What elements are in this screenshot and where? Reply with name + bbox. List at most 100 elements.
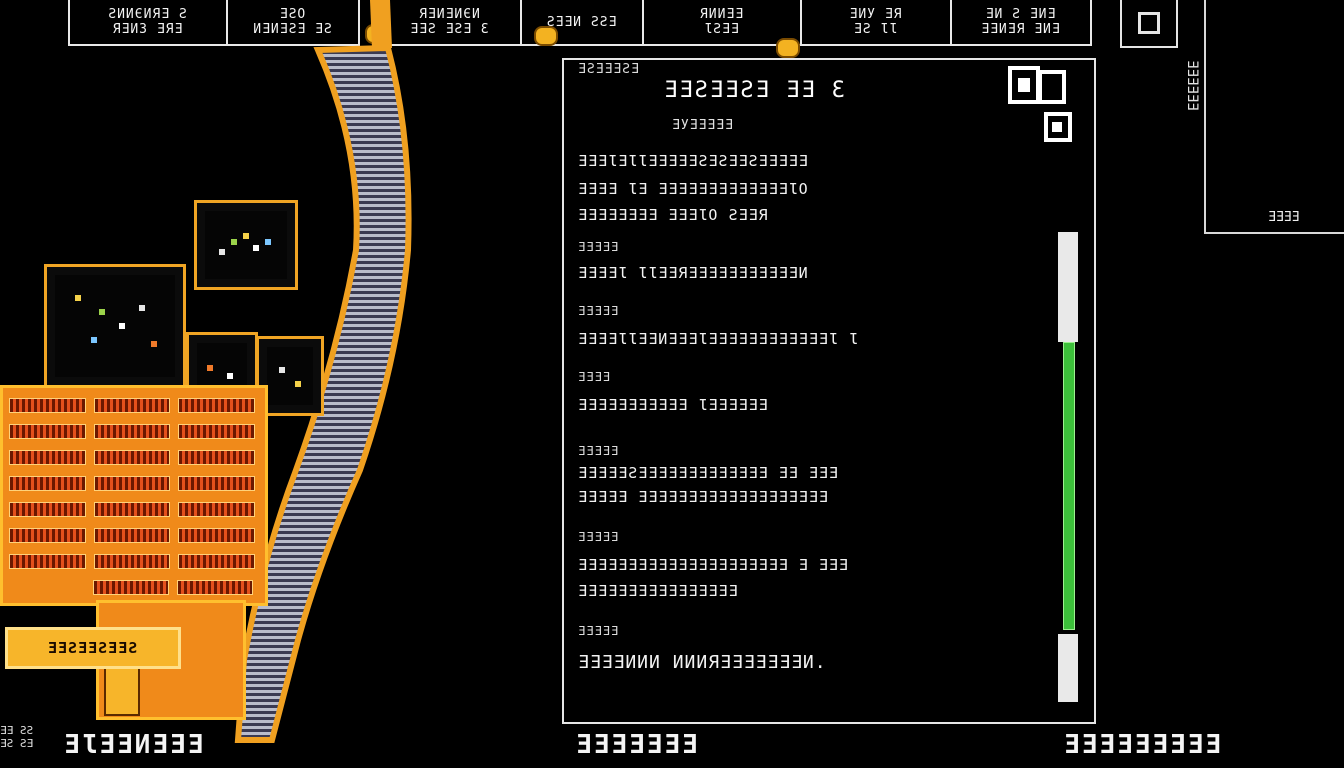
corner-frame [1204,0,1344,234]
bottom-center-label: ƎƎƎƎƎƎƎ [576,730,700,760]
top-tab-2[interactable]: ƎƧO ИƎИƎƧƎ ƎƧ [226,0,360,46]
panel-title: ƎƎƧƎƎƧƎ ƎƎ Ɛ [664,78,847,103]
gold-coin-icon[interactable] [365,24,389,44]
window [93,528,171,543]
top-tab-3-line2: ƎƎƧ ƎƧƎ Ɛ [410,22,490,37]
building-name-text: ƎƎƧƎƎƧƎƎƧ [47,639,139,657]
pixel-mark [227,373,233,379]
section-label-5: ƎƎƎƎƎ [578,530,620,544]
panel-subtitle: ƎУƎƎƎƎƎ [672,118,734,133]
window [178,476,256,491]
scrollbar-thumb[interactable] [1063,342,1075,631]
gold-coin-icon[interactable] [534,26,558,46]
top-tab-2-line2: ИƎИƎƧƎ ƎƧ [253,22,333,37]
window [9,528,86,543]
bottom-right-label: ƎƎƎƎƎƎƎƎƎ [1064,730,1223,760]
window [177,580,253,595]
top-tab-7[interactable]: ƎИ Ƨ ƎИƎ ƎƎИƎЯ ƎИƎ [950,0,1092,46]
top-tab-2-line1: ƎƧO [279,7,307,22]
pixel-mark [253,245,259,251]
section-label-4: ƎƎƎƎƎ [578,444,620,458]
minimap-panel-2[interactable] [44,264,186,388]
section-line-5a: ƎƎƎƎƎƎƎƎƎƎƎƎƎƎƎƎƎƎƎƎƎ Ǝ ƎƎƎ [578,556,849,574]
qr-code-icon[interactable] [1008,66,1072,142]
window [93,424,171,439]
top-tab-3-line1: ЯƎИƎИЄИ [419,7,481,22]
pixel-mark [119,323,125,329]
top-tab-1-line1: ƧИИЄИЯƎ Ƨ [108,7,188,22]
window [178,528,256,543]
top-tab-1-line2: ЯƎИЗ ƎЯƎ [112,22,184,37]
bottom-left-small-label: ƎƎ ƧƧ ƎƧ ƧƎ [0,724,34,750]
minimap-screen [267,347,313,405]
window [93,450,171,465]
window [93,580,169,595]
window [9,398,86,413]
section-line-1: ƎƎƎƎƖ ƖƖƎƎЯƎƎƎƎƎƎƎƎƎƎƎИ [578,264,809,282]
info-panel: ƎƧƎƎƎƧƎ ƎƎƧƎƎƧƎ ƎƎ Ɛ ƎУƎƎƎƎƎ ƎƎƎƖƎƖƖƎƎƎƎ… [562,58,1096,724]
pixel-mark [279,367,285,373]
building-floor [9,502,256,517]
window [178,450,256,465]
panel-tag: ƎƧƎƎƎƧƎ [578,62,640,77]
building-structure[interactable] [0,385,268,606]
window [93,554,171,569]
map-icon-inner [1138,12,1160,34]
top-tab-3[interactable]: ЯƎИƎИЄИ ƎƎƧ ƎƧƎ Ɛ [378,0,522,46]
top-tab-6-line1: ƎИУ ƎЯ [849,7,903,22]
intro-line-1: ƎƎƎƖƎƖƖƎƎƎƎƎƧƎƧƎƎƧƎƎƎƎƎ [578,152,809,170]
section-line-3: ƎƎƎƎƎƎƎƎƎƎƎ ƖƎƎƎƎƎƎ [578,396,769,414]
pixel-mark [243,233,249,239]
section-line-4a: ƎƎƎƎƎƧƎƎƎƎƎƎƎƎƎƎƎƎƎ ƎƎ ƎƎƎ [578,464,839,482]
building-floor [9,554,256,569]
minimap-screen [205,211,287,279]
building-floor [9,528,256,543]
building-floor [9,476,256,491]
section-label-2: ƎƎƎƎƎ [578,304,620,318]
building-floor [9,424,256,439]
section-line-5b: ƎƎƎƎƎƎƎƎƎƎƎƎƎƎƎƎ [578,582,739,600]
pixel-mark [75,295,81,301]
pixel-mark [151,341,157,347]
section-label-1: ƎƎƎƎƎ [578,240,620,254]
intro-line-2: ƎƎƎƎ ƖƎ ƎƎƎƎƎƎƎƎƎƎƎƎƎƖO [578,180,809,198]
building-floor [9,398,256,413]
pixel-mark [295,381,301,387]
map-icon[interactable] [1120,0,1178,48]
pixel-mark [91,337,97,343]
section-line-2: ƎƎƎƎƖƖƎƎИƎƎƎƖƎƎƎƎƎƎƎƎƎƎƎƎƖ Ɩ [578,330,859,348]
section-line-4b: ƎƎƎƎƎ ƎƎƎƎƎƎƎƎƎƎƎƎƎƎƎƎƎƎƎ [578,488,829,506]
vertical-label: ƎƎƎƎƎƎ [1184,60,1200,111]
pixel-mark [207,365,213,371]
top-tab-1[interactable]: ƧИИЄИЯƎ Ƨ ЯƎИЗ ƎЯƎ [68,0,228,46]
scrollbar-bottom-handle[interactable] [1058,634,1078,702]
scrollbar-top-handle[interactable] [1058,232,1078,342]
window [9,424,86,439]
top-tab-5-line2: ƖƧƎƎ [704,22,740,37]
window [9,450,86,465]
minimap-screen [55,275,175,377]
window [93,476,171,491]
window [178,424,256,439]
pixel-mark [219,249,225,255]
minimap-panel-1[interactable] [194,200,298,290]
pixel-mark [231,239,237,245]
building-floor [9,450,256,465]
pixel-mark [265,239,271,245]
building-door[interactable] [104,666,140,716]
window [178,554,256,569]
window [178,398,256,413]
bottom-left-label: ƎƖƎƎИƎƎƎ [64,730,206,760]
section-label-6: ƎƎƎƎƎ [578,624,620,638]
building-floor [93,580,253,595]
window [9,554,86,569]
window [93,398,171,413]
top-tab-7-line2: ƎƎИƎЯ ƎИƎ [981,22,1061,37]
corner-label: ƎƎƎƎ [1268,210,1300,225]
pixel-mark [99,309,105,315]
intro-line-3: ƎƎƎƎƎƎƎƎ ƎƎƎƖO ƧƎƎЯ [578,206,769,224]
gold-coin-icon[interactable] [776,38,800,58]
window [9,502,86,517]
top-tab-4-line1: ƧƎƎИ ƧƧƎ [546,14,618,30]
top-tab-6[interactable]: ƎИУ ƎЯ ƎƧ ƖƖ [800,0,952,46]
